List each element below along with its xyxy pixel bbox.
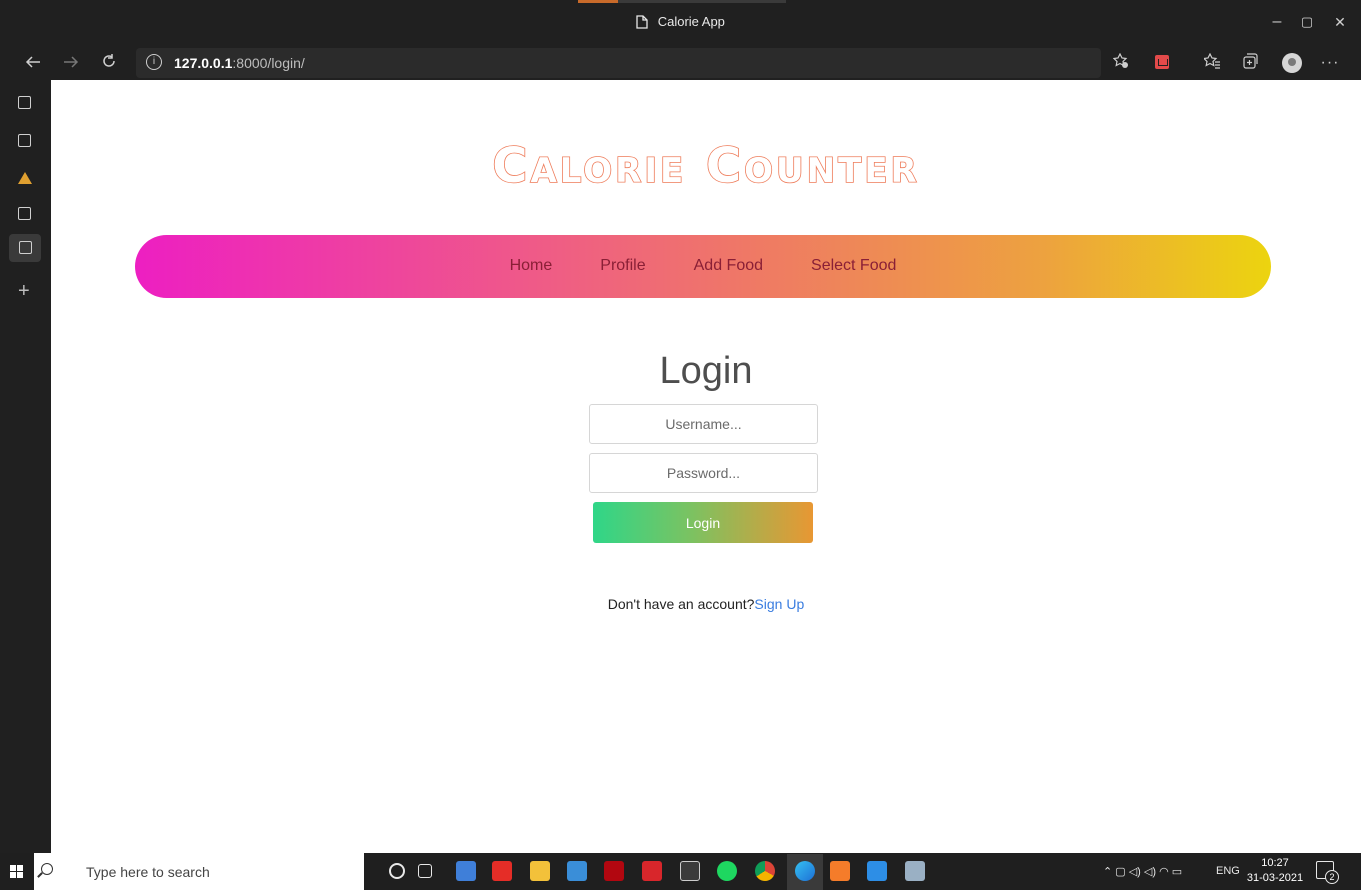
task-view-icon[interactable] xyxy=(418,864,432,878)
favorites-add-icon[interactable] xyxy=(1111,52,1131,73)
taskbar-search-box[interactable]: Type here to search xyxy=(34,853,364,890)
logo-text: Calorie Counter xyxy=(491,137,920,195)
vscode-icon[interactable] xyxy=(867,861,887,881)
login-heading: Login xyxy=(659,350,753,392)
acrobat-icon[interactable] xyxy=(642,861,662,881)
chrome-icon[interactable] xyxy=(755,861,775,881)
file-explorer-icon[interactable] xyxy=(530,861,550,881)
back-arrow-icon[interactable] xyxy=(20,51,46,75)
tray-language[interactable]: ENG xyxy=(1216,865,1240,877)
minimize-button[interactable]: – xyxy=(1262,12,1292,32)
browser-titlebar: Calorie App – ▢ ✕ xyxy=(0,0,1361,46)
signup-prompt-text: Don't have an account? xyxy=(607,596,755,612)
tab-icon xyxy=(18,96,31,109)
collections-icon[interactable] xyxy=(1240,53,1260,73)
profile-icon[interactable] xyxy=(1282,53,1302,73)
windows-start-icon[interactable] xyxy=(0,853,34,890)
page-content: Calorie Counter Home Profile Add Food Selec… xyxy=(51,80,1361,853)
edge-icon xyxy=(795,861,815,881)
notification-center-icon[interactable]: 2 xyxy=(1316,861,1339,884)
nav-select-food[interactable]: Select Food xyxy=(811,257,896,275)
clock-date: 31-03-2021 xyxy=(1246,872,1304,884)
forward-arrow-icon[interactable] xyxy=(58,51,84,75)
main-navigation: Home Profile Add Food Select Food xyxy=(135,235,1271,298)
xampp-icon[interactable] xyxy=(830,861,850,881)
site-info-icon[interactable]: i xyxy=(146,54,162,70)
save-to-pocket-icon[interactable] xyxy=(1155,55,1169,69)
search-icon xyxy=(41,863,53,875)
login-button[interactable]: Login xyxy=(593,502,813,543)
maximize-button[interactable]: ▢ xyxy=(1292,12,1322,32)
more-menu-icon[interactable]: ··· xyxy=(1320,53,1340,73)
cortana-icon[interactable] xyxy=(389,863,405,879)
tab-strip-divider xyxy=(618,0,786,3)
notification-count: 2 xyxy=(1325,870,1339,884)
url-path: :8000/login/ xyxy=(232,55,305,71)
tab-icon[interactable] xyxy=(14,203,36,225)
taskbar-clock[interactable]: 10:27 31-03-2021 xyxy=(1245,856,1305,886)
nav-add-food[interactable]: Add Food xyxy=(694,257,763,275)
url-host: 127.0.0.1 xyxy=(174,55,233,71)
search-placeholder: Type here to search xyxy=(86,864,210,880)
tab-strip-accent xyxy=(578,0,618,3)
epic-games-icon[interactable] xyxy=(680,861,700,881)
window-title-text: Calorie App xyxy=(657,14,725,29)
youtube-icon[interactable] xyxy=(492,861,512,881)
tab-icon[interactable] xyxy=(14,92,36,114)
address-bar[interactable]: i 127.0.0.1:8000/login/ xyxy=(136,48,1101,78)
windows-taskbar: Type here to search ⌃ ▢ ◁) ◁) ◠ ▭ ENG 10… xyxy=(0,853,1361,890)
browser-toolbar: i 127.0.0.1:8000/login/ ··· xyxy=(0,46,1361,80)
document-icon xyxy=(19,241,32,254)
site-logo[interactable]: Calorie Counter xyxy=(51,137,1361,195)
nav-links: Home Profile Add Food Select Food xyxy=(135,257,1271,275)
vpn-icon[interactable] xyxy=(456,861,476,881)
tab-icon xyxy=(18,207,31,220)
netflix-icon[interactable] xyxy=(604,861,624,881)
nav-profile[interactable]: Profile xyxy=(600,257,645,275)
mountain-logo-icon xyxy=(18,172,32,184)
mail-icon[interactable] xyxy=(567,861,587,881)
username-input[interactable] xyxy=(589,404,818,444)
favorites-icon[interactable] xyxy=(1202,52,1222,73)
close-button[interactable]: ✕ xyxy=(1325,12,1355,32)
url-text[interactable]: 127.0.0.1:8000/login/ xyxy=(174,55,305,71)
snip-tool-icon[interactable] xyxy=(905,861,925,881)
window-title: Calorie App xyxy=(0,14,1361,32)
signup-prompt: Don't have an account?Sign Up xyxy=(51,596,1361,612)
tab-icon[interactable] xyxy=(14,130,36,152)
refresh-icon[interactable] xyxy=(96,51,122,75)
clock-time: 10:27 xyxy=(1261,857,1289,869)
tray-icons[interactable]: ⌃ ▢ ◁) ◁) ◠ ▭ xyxy=(1103,865,1182,878)
nav-home[interactable]: Home xyxy=(510,257,553,275)
active-tab-document-icon[interactable] xyxy=(9,234,41,262)
spotify-icon[interactable] xyxy=(717,861,737,881)
vertical-tabs-sidebar: + xyxy=(0,80,51,853)
signup-link[interactable]: Sign Up xyxy=(754,596,804,612)
new-tab-button[interactable]: + xyxy=(18,281,30,301)
tab-icon xyxy=(18,134,31,147)
edge-active-slot[interactable] xyxy=(787,854,823,890)
document-icon xyxy=(636,15,648,32)
mountain-logo-icon[interactable] xyxy=(14,167,36,189)
password-input[interactable] xyxy=(589,453,818,493)
